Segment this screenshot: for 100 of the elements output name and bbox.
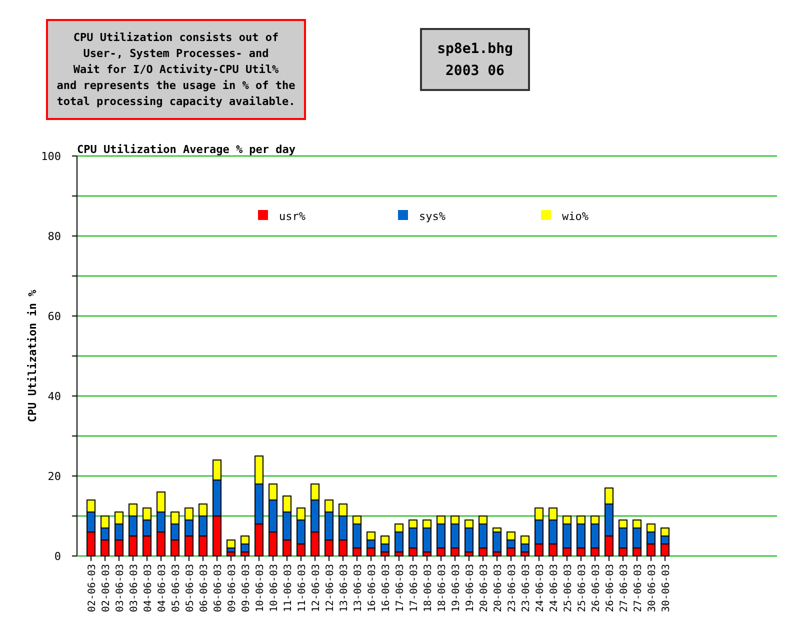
x-tick-label: 16-06-03: [367, 564, 378, 612]
x-tick: [664, 556, 666, 562]
bar-segment: [184, 508, 194, 520]
legend-label: sys%: [419, 210, 446, 223]
x-tick-label: 04-06-03: [157, 564, 168, 612]
x-tick: [342, 556, 344, 562]
x-tick-label: 05-06-03: [185, 564, 196, 612]
x-tick-label: 19-06-03: [465, 564, 476, 612]
x-tick-label: 13-06-03: [353, 564, 364, 612]
x-tick-label: 30-06-03: [661, 564, 672, 612]
x-tick-label: 10-06-03: [269, 564, 280, 612]
x-tick-label: 03-06-03: [115, 564, 126, 612]
info-text: and represents the usage in % of the: [56, 78, 296, 94]
info-text: total processing capacity available.: [56, 94, 296, 110]
x-tick-label: 16-06-03: [381, 564, 392, 612]
info-text: User-, System Processes- and: [83, 46, 269, 62]
bar-segment: [114, 512, 124, 524]
x-tick: [482, 556, 484, 562]
x-tick-label: 30-06-03: [647, 564, 658, 612]
x-tick: [440, 556, 442, 562]
x-tick: [272, 556, 274, 562]
bar-segment: [198, 536, 208, 556]
x-tick: [454, 556, 456, 562]
bar-segment: [506, 532, 516, 540]
bar-segment: [142, 536, 152, 556]
bar-segment: [212, 516, 222, 556]
x-tick: [608, 556, 610, 562]
info-text: Wait for I/O Activity-CPU Util%: [73, 62, 279, 78]
y-tick-label: 0: [54, 550, 61, 563]
bar-segment: [520, 536, 530, 544]
x-tick-label: 20-06-03: [493, 564, 504, 612]
x-tick: [216, 556, 218, 562]
y-tick-label: 20: [48, 470, 61, 483]
x-tick: [412, 556, 414, 562]
x-tick-label: 12-06-03: [325, 564, 336, 612]
bar-segment: [156, 512, 166, 532]
x-tick-label: 06-06-03: [213, 564, 224, 612]
x-tick-label: 04-06-03: [143, 564, 154, 612]
x-tick: [300, 556, 302, 562]
bar-segment: [660, 528, 670, 536]
y-tick-label: 100: [41, 150, 61, 163]
x-tick: [132, 556, 134, 562]
y-tick-label: 60: [48, 310, 61, 323]
x-tick: [104, 556, 106, 562]
x-tick-label: 24-06-03: [549, 564, 560, 612]
x-tick: [384, 556, 386, 562]
x-tick: [174, 556, 176, 562]
x-tick: [622, 556, 624, 562]
x-tick-label: 18-06-03: [423, 564, 434, 612]
bar-segment: [366, 540, 376, 548]
x-tick: [314, 556, 316, 562]
y-axis-label: CPU Utilization in %: [26, 290, 39, 422]
x-tick: [328, 556, 330, 562]
x-tick: [90, 556, 92, 562]
bar-segment: [128, 536, 138, 556]
bar-segment: [100, 516, 110, 528]
host-text: sp8e1.bhg: [437, 40, 513, 56]
x-tick: [146, 556, 148, 562]
x-tick: [230, 556, 232, 562]
x-tick: [286, 556, 288, 562]
x-tick-label: 25-06-03: [563, 564, 574, 612]
bar-segment: [86, 532, 96, 556]
x-tick-label: 05-06-03: [171, 564, 182, 612]
x-tick: [356, 556, 358, 562]
bar-segment: [254, 456, 264, 484]
x-tick-label: 23-06-03: [507, 564, 518, 612]
y-tick-label: 40: [48, 390, 61, 403]
x-tick-label: 02-06-03: [101, 564, 112, 612]
x-tick: [398, 556, 400, 562]
x-tick-label: 17-06-03: [395, 564, 406, 612]
bar-segment: [156, 492, 166, 512]
x-tick-label: 18-06-03: [437, 564, 448, 612]
bar-segment: [310, 532, 320, 556]
x-tick-label: 25-06-03: [577, 564, 588, 612]
bar-segment: [114, 540, 124, 556]
bar-segment: [240, 536, 250, 544]
x-tick-label: 11-06-03: [283, 564, 294, 612]
x-tick-label: 27-06-03: [633, 564, 644, 612]
x-tick: [160, 556, 162, 562]
bar-segment: [170, 524, 180, 540]
bar-segment: [170, 512, 180, 524]
x-tick-label: 02-06-03: [87, 564, 98, 612]
x-tick: [538, 556, 540, 562]
bar-segment: [366, 548, 376, 556]
y-tick-label: 80: [48, 230, 61, 243]
host-text: 2003 06: [445, 62, 504, 78]
bar-segment: [100, 528, 110, 540]
x-tick: [202, 556, 204, 562]
x-tick: [594, 556, 596, 562]
x-tick: [650, 556, 652, 562]
info-text: CPU Utilization consists out of: [73, 30, 279, 46]
x-tick-label: 06-06-03: [199, 564, 210, 612]
x-tick: [188, 556, 190, 562]
bar-segment: [114, 524, 124, 540]
x-tick-label: 27-06-03: [619, 564, 630, 612]
x-tick-label: 24-06-03: [535, 564, 546, 612]
x-tick-label: 11-06-03: [297, 564, 308, 612]
bar-segment: [506, 540, 516, 548]
x-tick-label: 09-06-03: [227, 564, 238, 612]
x-tick: [510, 556, 512, 562]
